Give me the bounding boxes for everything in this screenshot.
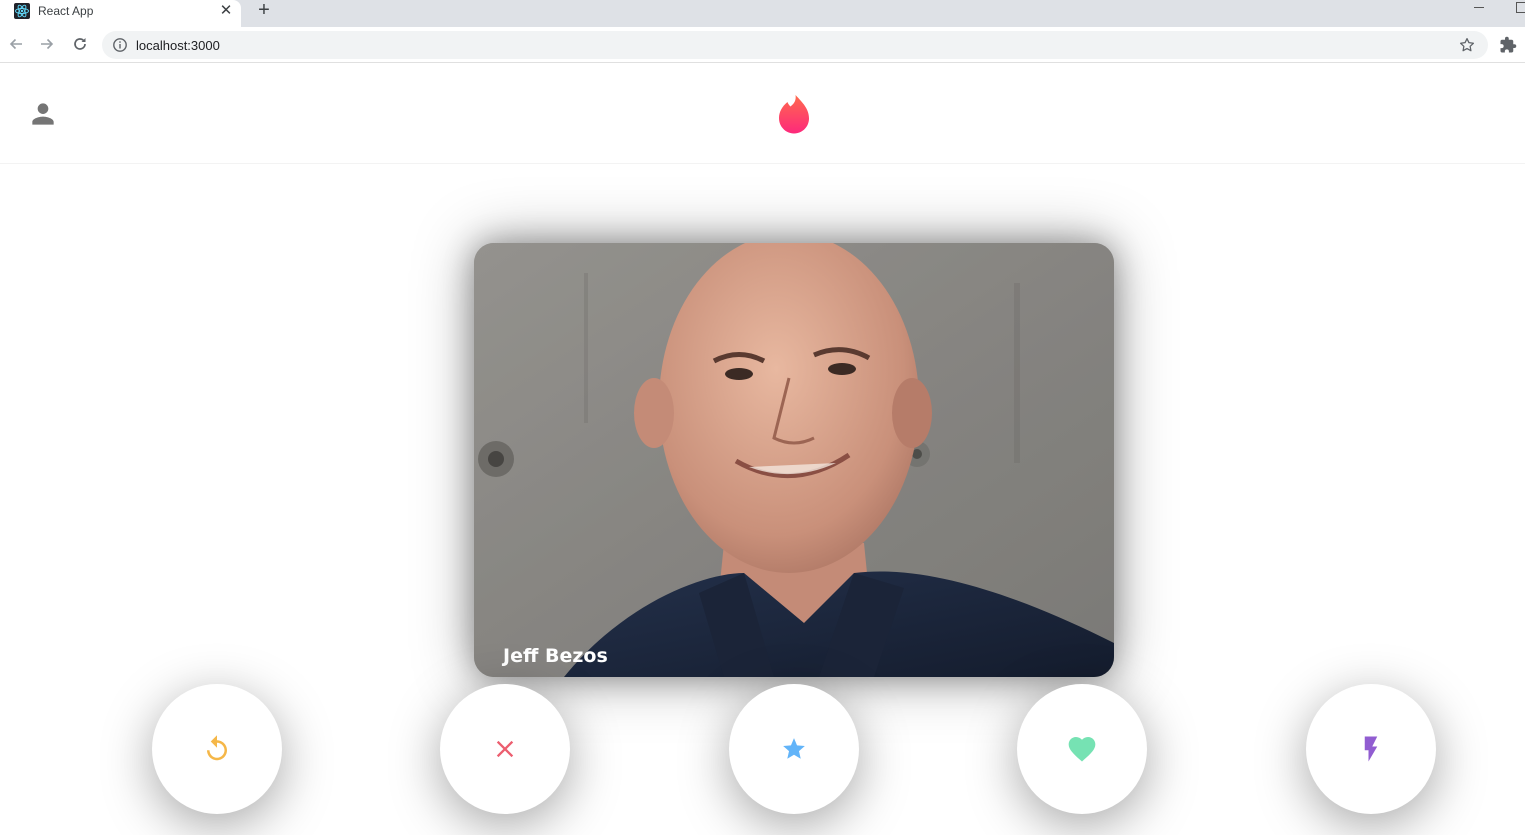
replay-icon xyxy=(207,735,227,761)
bookmark-star-icon[interactable] xyxy=(1458,36,1476,54)
card-stack: Jeff Bezos xyxy=(0,164,1525,835)
flame-logo-icon[interactable] xyxy=(774,93,814,135)
window-minimize-button[interactable] xyxy=(1469,0,1489,14)
back-button[interactable] xyxy=(5,33,27,55)
browser-tab[interactable]: React App ✕ xyxy=(0,0,241,27)
react-favicon-icon xyxy=(14,3,30,19)
profile-card[interactable]: Jeff Bezos xyxy=(474,243,1114,677)
arrow-right-icon xyxy=(41,38,54,50)
flash-icon xyxy=(1364,736,1378,762)
app-header xyxy=(0,64,1525,164)
profile-photo xyxy=(474,243,1114,677)
new-tab-button[interactable]: + xyxy=(252,0,276,22)
browser-toolbar: localhost:3000 xyxy=(0,27,1525,63)
profile-name: Jeff Bezos xyxy=(503,645,608,667)
arrow-left-icon xyxy=(9,38,22,50)
url-text[interactable]: localhost:3000 xyxy=(136,38,220,53)
address-bar[interactable]: localhost:3000 xyxy=(102,31,1488,59)
reload-button[interactable] xyxy=(69,33,91,55)
replay-button[interactable] xyxy=(152,684,282,814)
star-icon xyxy=(783,738,805,759)
boost-button[interactable] xyxy=(1306,684,1436,814)
window-maximize-button[interactable] xyxy=(1513,0,1525,14)
dislike-button[interactable] xyxy=(440,684,570,814)
reload-icon xyxy=(74,38,86,50)
person-icon[interactable] xyxy=(27,98,59,130)
close-icon xyxy=(496,740,514,758)
tab-title: React App xyxy=(38,4,94,18)
info-icon[interactable] xyxy=(112,37,128,53)
heart-icon xyxy=(1068,737,1096,762)
browser-tabstrip: React App ✕ + xyxy=(0,0,1525,27)
superlike-button[interactable] xyxy=(729,684,859,814)
tab-close-icon[interactable]: ✕ xyxy=(217,2,235,20)
forward-button[interactable] xyxy=(36,33,58,55)
extensions-puzzle-icon[interactable] xyxy=(1499,36,1517,54)
like-button[interactable] xyxy=(1017,684,1147,814)
